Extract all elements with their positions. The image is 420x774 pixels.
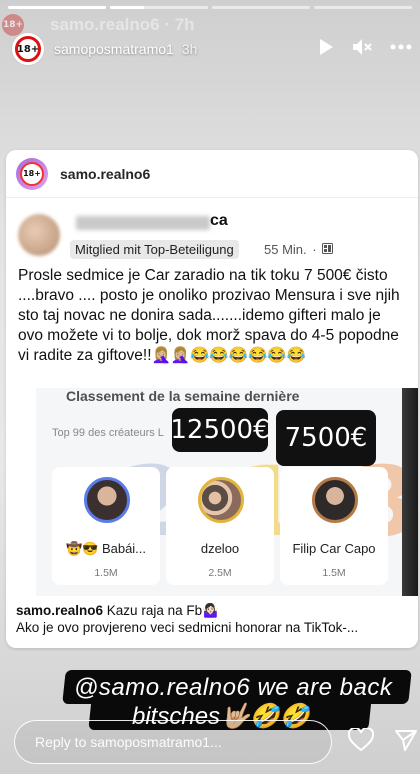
creator-count: 1.5M [322, 567, 346, 579]
creator-avatar [198, 477, 244, 523]
creator-name: 🤠😎 Babái... [65, 541, 147, 556]
progress-segment [314, 6, 412, 9]
story-progress [8, 6, 412, 9]
blurred-name [76, 216, 210, 230]
send-icon[interactable] [394, 728, 418, 757]
separator-dot: · [312, 242, 317, 257]
caption-username[interactable]: samo.realno6 [16, 603, 103, 618]
avatar-18-badge: 18+ [15, 36, 41, 62]
shared-post-username[interactable]: samo.realno6 [60, 166, 150, 182]
caption-text: Kazu raja na Fb🤷🏻‍♀️ [103, 603, 219, 618]
post-caption: samo.realno6 Kazu raja na Fb🤷🏻‍♀️ Ako je… [6, 602, 418, 636]
ranking-card: 🤠😎 Babái... 1.5M [52, 467, 160, 585]
blurred-avatar [18, 214, 60, 256]
fb-author-name: ca [210, 212, 228, 229]
fb-post-text: Prosle sedmice je Car zaradio na tik tok… [18, 267, 400, 364]
shared-post-card[interactable]: 18+ samo.realno6 ca Mitglied mit Top-Bet… [6, 150, 418, 648]
fb-post-meta: 55 Min. · [264, 242, 334, 257]
ranking-card: dzeloo 2.5M [166, 467, 274, 585]
reply-placeholder: Reply to samoposmatramo1... [35, 734, 222, 750]
more-options-icon[interactable] [390, 44, 412, 50]
reply-input[interactable]: Reply to samoposmatramo1... [14, 720, 332, 764]
shared-post-header: 18+ samo.realno6 [6, 150, 418, 198]
creator-avatar [84, 477, 130, 523]
progress-segment [8, 6, 106, 9]
price-label: 12500€ [170, 408, 270, 452]
creator-count: 2.5M [208, 567, 232, 579]
progress-fill [110, 6, 145, 9]
sticker-line1: @samo.realno6 we are back [74, 674, 393, 701]
mute-icon[interactable] [352, 38, 372, 56]
story-header: 18+ samoposmatramo1 3h [12, 32, 412, 66]
caption-line2: Ako je ovo provjereno veci sedmicni hono… [16, 620, 359, 635]
price-label: 7500€ [276, 410, 376, 466]
avatar[interactable]: 18+ [12, 33, 44, 65]
story-username[interactable]: samoposmatramo1 [54, 41, 174, 57]
creator-count: 1.5M [94, 567, 118, 579]
heart-icon[interactable] [347, 726, 375, 757]
ranking-subtitle: Top 99 des créateurs L [52, 427, 164, 439]
tiktok-ranking-screenshot: Classement de la semaine dernière Top 99… [6, 388, 418, 596]
creator-name: dzeloo [200, 541, 240, 556]
play-icon[interactable] [318, 38, 334, 56]
group-icon [322, 242, 334, 257]
shared-post-avatar[interactable]: 18+ [16, 157, 48, 190]
fb-post-time: 55 Min. [264, 242, 307, 257]
progress-fill [8, 6, 106, 9]
creator-avatar [312, 477, 358, 523]
top-contributor-badge: Mitglied mit Top-Beteiligung [70, 240, 239, 259]
creator-name: Filip Car Capo [292, 541, 376, 556]
progress-segment [212, 6, 310, 9]
facebook-screenshot: ca Mitglied mit Top-Beteiligung 55 Min. … [6, 202, 418, 596]
ranking-card: Filip Car Capo 1.5M [280, 467, 388, 585]
ranking-title: Classement de la semaine dernière [66, 388, 300, 404]
avatar-18-badge: 18+ [20, 161, 44, 186]
story-viewer: 18+ samo.realno6 · 7h 18+ samoposmatramo… [0, 0, 420, 774]
story-time: 3h [181, 41, 198, 57]
progress-segment [110, 6, 208, 9]
